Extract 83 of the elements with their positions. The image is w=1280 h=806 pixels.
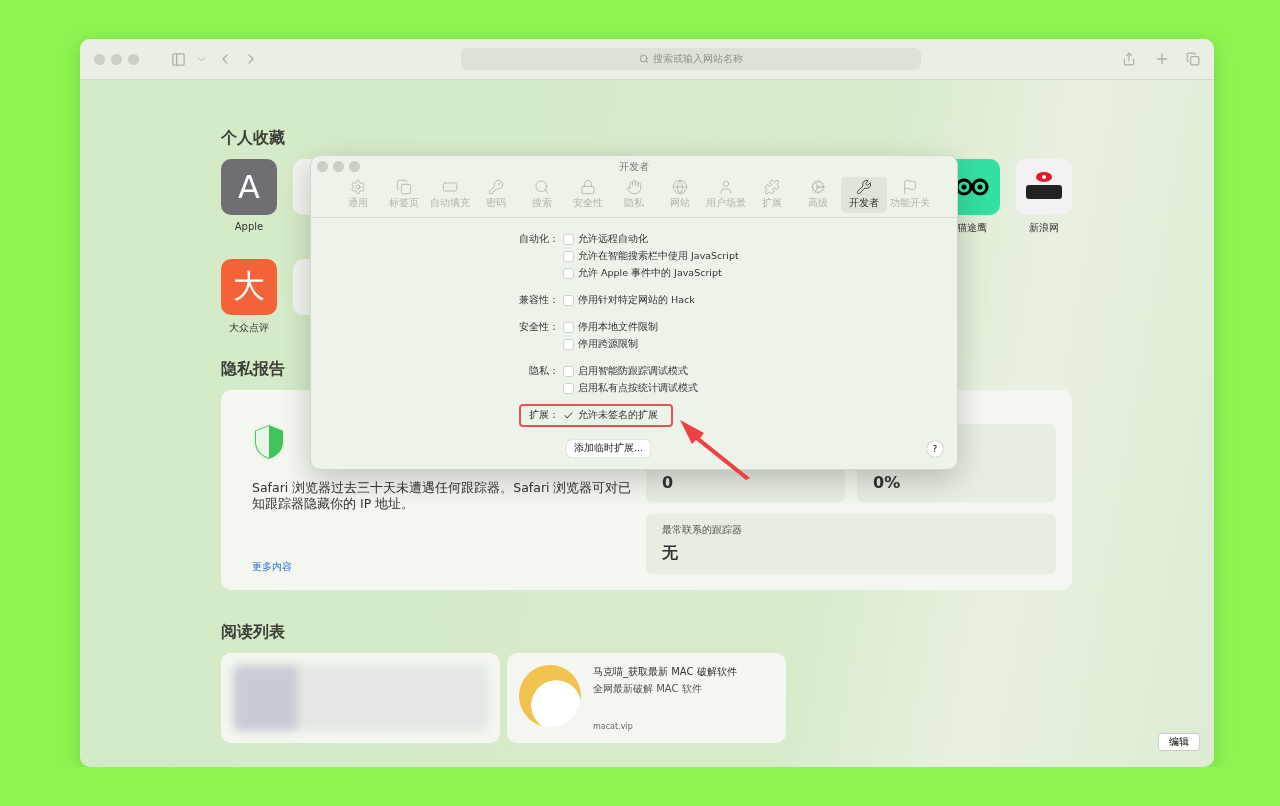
checkbox[interactable] xyxy=(563,268,574,279)
option-label: 启用智能防跟踪调试模式 xyxy=(578,365,688,378)
option-group-label: 隐私： xyxy=(528,365,560,378)
share-icon[interactable] xyxy=(1122,52,1136,66)
site-tile[interactable]: 大 xyxy=(221,259,277,315)
address-placeholder: 搜索或输入网站名称 xyxy=(652,52,743,66)
plus-icon[interactable] xyxy=(1154,51,1170,67)
article-url: macat.vip xyxy=(593,722,634,731)
checkbox[interactable] xyxy=(563,295,574,306)
site-label: 大众点评 xyxy=(229,321,269,335)
section-title: 隐私报告 xyxy=(221,359,285,380)
site-label: Apple xyxy=(234,221,264,232)
option-label: 允许 Apple 事件中的 JavaScript xyxy=(578,267,722,280)
settings-tab[interactable]: 隐私 xyxy=(611,177,657,213)
checkbox[interactable] xyxy=(563,410,574,421)
option-label: 停用跨源限制 xyxy=(578,338,638,351)
settings-icon xyxy=(350,179,366,195)
dialog-title: 开发者 xyxy=(619,160,649,174)
checkbox[interactable] xyxy=(563,251,574,262)
option-label: 允许在智能搜索栏中使用 JavaScript xyxy=(578,250,739,263)
checkbox[interactable] xyxy=(563,383,574,394)
stat-value: 0 xyxy=(662,473,675,492)
settings-tab[interactable]: 高级 xyxy=(795,177,841,213)
owl-eyes-icon xyxy=(955,178,989,196)
shield-icon xyxy=(252,422,286,462)
section-title: 阅读列表 xyxy=(221,622,285,643)
option-label: 启用私有点按统计调试模式 xyxy=(578,382,698,395)
wrench-icon xyxy=(856,179,872,195)
pages-icon xyxy=(396,179,412,195)
checkbox[interactable] xyxy=(563,366,574,377)
article-title: 马克喵_获取最新 MAC 破解软件 xyxy=(593,665,737,679)
settings-tab[interactable]: 密码 xyxy=(473,177,519,213)
flag-icon xyxy=(902,179,918,195)
option-label: 停用针对特定网站的 Hack xyxy=(578,294,695,307)
site-label: 新浪网 xyxy=(1029,221,1059,235)
add-extension-button[interactable]: 添加临时扩展... xyxy=(567,440,651,457)
section-title: 个人收藏 xyxy=(221,128,285,149)
lock-icon xyxy=(580,179,596,195)
edit-button[interactable]: 编辑 xyxy=(1158,733,1200,751)
checkbox[interactable] xyxy=(563,339,574,350)
checkbox[interactable] xyxy=(563,234,574,245)
stat-value: 无 xyxy=(662,543,679,564)
minimize-button[interactable] xyxy=(333,161,344,172)
tabs-icon[interactable] xyxy=(1186,52,1200,66)
close-button[interactable] xyxy=(317,161,328,172)
puzzle-icon xyxy=(764,179,780,195)
option-label: 允许远程自动化 xyxy=(578,233,648,246)
arrow-annotation xyxy=(680,420,750,480)
search-icon xyxy=(638,54,649,64)
reading-card[interactable]: 马克喵_获取最新 MAC 破解软件 全网最新破解 MAC 软件 macat.vip xyxy=(507,653,786,743)
form-field-icon xyxy=(442,179,458,195)
checkbox[interactable] xyxy=(563,322,574,333)
hand-icon xyxy=(626,179,642,195)
option-group-label: 兼容性： xyxy=(518,294,560,307)
option-group-label: 安全性： xyxy=(518,321,560,334)
globe-icon xyxy=(672,179,688,195)
help-button[interactable]: ? xyxy=(927,440,943,457)
zoom-button[interactable] xyxy=(349,161,360,172)
tile-letter: 大 xyxy=(233,266,265,307)
user-icon xyxy=(718,179,734,195)
site-tile[interactable] xyxy=(1016,159,1072,215)
minimize-button[interactable] xyxy=(111,53,122,65)
settings-tab[interactable]: 开发者 xyxy=(841,177,887,213)
sidebar-icon[interactable] xyxy=(171,51,186,67)
site-tile[interactable]: A xyxy=(221,159,277,215)
zoom-button[interactable] xyxy=(128,53,139,65)
key-icon xyxy=(488,179,504,195)
option-group-label: 自动化： xyxy=(518,233,560,246)
option-group-label: 扩展： xyxy=(528,409,560,422)
article-subtitle: 全网最新破解 MAC 软件 xyxy=(593,682,703,696)
stat-value: 0% xyxy=(873,473,902,492)
settings-tab[interactable]: 搜索 xyxy=(519,177,565,213)
stat-label: 最常联系的跟踪器 xyxy=(662,523,743,537)
address-field[interactable]: 搜索或输入网站名称 xyxy=(460,48,921,70)
option-label: 允许未签名的扩展 xyxy=(578,409,658,422)
gear-icon xyxy=(810,179,826,195)
search-icon xyxy=(534,179,550,195)
close-button[interactable] xyxy=(94,53,105,65)
privacy-description: Safari 浏览器过去三十天未遭遇任何跟踪器。Safari 浏览器可对已知跟踪器隐藏你的 IP 地址。 xyxy=(252,480,632,512)
tile-letter: A xyxy=(238,168,260,206)
reading-card[interactable] xyxy=(221,653,500,743)
option-label: 停用本地文件限制 xyxy=(578,321,658,334)
more-link[interactable]: 更多内容 xyxy=(252,560,634,574)
